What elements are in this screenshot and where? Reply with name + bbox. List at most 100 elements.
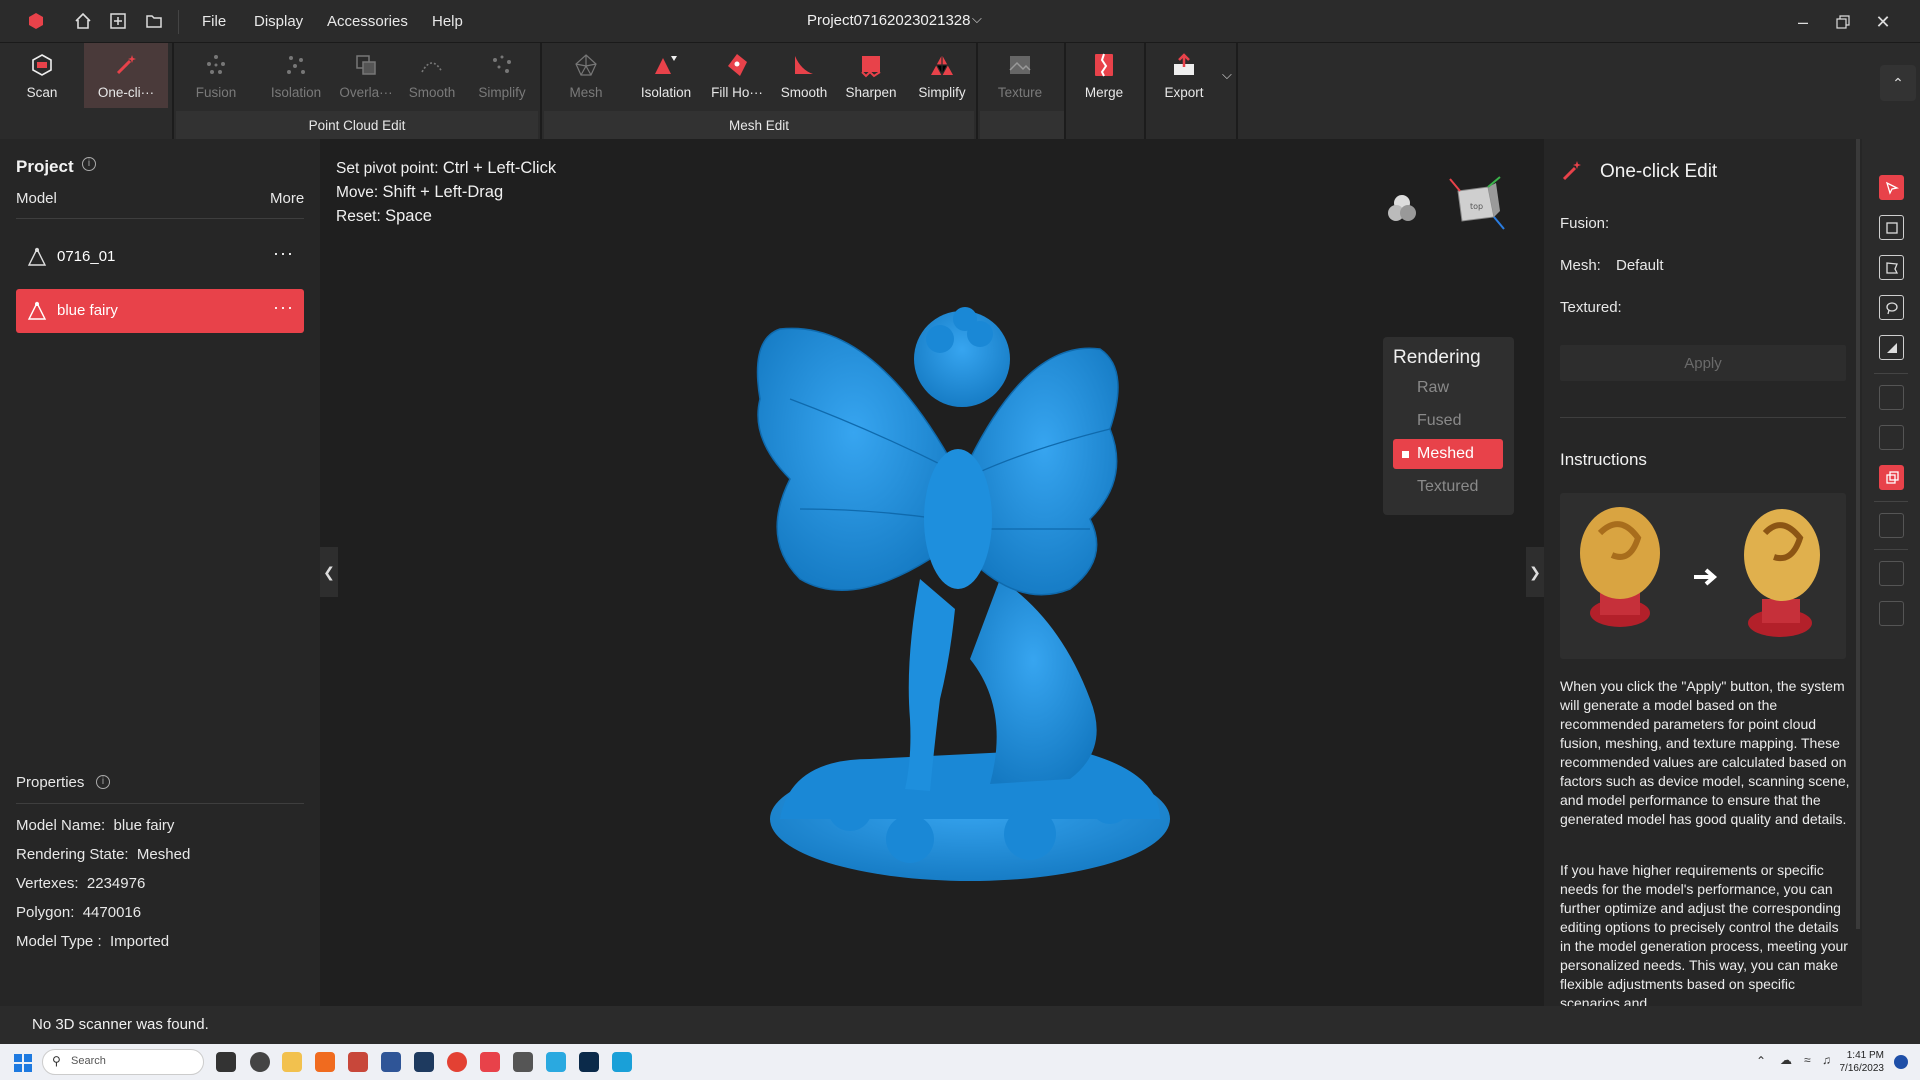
texture-tool[interactable]: Texture [984,43,1056,108]
rendering-option-meshed[interactable]: Meshed [1393,439,1503,469]
menu-display[interactable]: Display [254,13,303,30]
oneclick-tool[interactable]: One-cli··· [84,43,168,108]
export-icon [1170,51,1198,79]
task-view-icon[interactable] [216,1052,236,1072]
3d-viewport[interactable]: Set pivot point: Ctrl + Left-Click Move:… [320,139,1544,1006]
instructions-paragraph-2: If you have higher requirements or speci… [1560,862,1848,1006]
status-message: No 3D scanner was found. [32,1016,209,1033]
wifi-icon[interactable]: ≈ [1804,1053,1811,1067]
polygon-select-icon[interactable] [1879,255,1904,280]
fill-holes-icon [723,51,751,79]
minimize-icon[interactable]: – [1790,9,1816,35]
chevron-up-icon[interactable]: ⌃ [1756,1054,1766,1068]
more-options-icon[interactable]: ··· [273,297,294,318]
info-icon[interactable]: i [82,157,96,171]
app-icon[interactable] [250,1052,270,1072]
project-title[interactable]: Project07162023021328 [807,12,970,29]
pc-simplify-tool[interactable]: Simplify [468,43,536,108]
collapse-left-panel-chevron-icon[interactable]: ❮ [320,547,338,597]
deselect-icon[interactable] [1879,385,1904,410]
rendering-option-textured[interactable]: Textured [1393,472,1503,502]
mesh-isolation-icon [652,51,680,79]
network-icon[interactable]: ☁ [1780,1053,1792,1067]
close-icon[interactable]: ✕ [1870,9,1896,35]
mesh-label: Mesh: [1560,257,1601,274]
fusion-tool[interactable]: Fusion [180,43,252,108]
menu-help[interactable]: Help [432,13,463,30]
menu-file[interactable]: File [202,13,226,30]
sharpen-tool[interactable]: Sharpen [836,43,906,108]
toolbar-expand-chevron-icon[interactable]: ⌵ [1222,67,1232,83]
menu-accessories[interactable]: Accessories [327,13,408,30]
app-icon[interactable] [348,1052,368,1072]
oneclick-label: One-cli··· [97,85,155,100]
mesh-tool[interactable]: Mesh [552,43,620,108]
new-project-icon[interactable] [106,9,130,33]
mesh-isolation-tool[interactable]: Isolation [630,43,702,108]
right-panel-scrollbar[interactable] [1856,139,1860,929]
delete-icon[interactable] [1879,513,1904,538]
terminal-icon[interactable] [414,1052,434,1072]
app-icon[interactable] [546,1052,566,1072]
taskbar-search[interactable]: ⚲ Search [42,1049,204,1075]
rendering-option-fused[interactable]: Fused [1393,406,1503,436]
overlap-tool[interactable]: Overla··· [332,43,400,108]
pc-simplify-icon [488,51,516,79]
chevron-down-icon[interactable]: ⌵ [972,11,982,27]
scan-tool[interactable]: Scan [0,43,84,108]
mesh-smooth-tool[interactable]: Smooth [772,43,836,108]
info-icon[interactable]: i [96,775,110,789]
toolbar-divider [172,43,174,139]
mesh-simplify-tool[interactable]: Simplify [906,43,978,108]
pc-smooth-tool[interactable]: Smooth [400,43,464,108]
property-value: Meshed [136,846,191,863]
textured-label: Textured: [1560,299,1622,316]
photoshop-icon[interactable] [579,1052,599,1072]
app-icon[interactable] [513,1052,533,1072]
home-icon[interactable] [71,9,95,33]
pc-isolation-tool[interactable]: Isolation [260,43,332,108]
windows-start-icon[interactable] [14,1054,32,1072]
notification-icon[interactable] [1894,1055,1908,1069]
rendering-option-raw[interactable]: Raw [1393,373,1503,403]
redo-icon[interactable] [1879,601,1904,626]
select-cursor-icon[interactable] [1879,175,1904,200]
model-item-0716-01[interactable]: 0716_01 ··· [16,235,304,279]
more-options-icon[interactable]: ··· [273,243,294,264]
chrome-icon[interactable] [447,1052,467,1072]
merge-tool[interactable]: Merge [1068,43,1140,108]
undo-icon[interactable] [1879,561,1904,586]
volume-icon[interactable]: ♫ [1822,1053,1831,1067]
hint-move: Move: Shift + Left-Drag [336,183,503,202]
app-icon[interactable] [381,1052,401,1072]
select-connected-icon[interactable] [1879,465,1904,490]
taskbar-clock[interactable]: 1:41 PM 7/16/2023 [1840,1049,1885,1075]
app-icon[interactable] [315,1052,335,1072]
mesh-value[interactable]: Default [1616,257,1664,274]
scanner-app-icon[interactable] [480,1052,500,1072]
model-item-blue-fairy[interactable]: blue fairy ··· [16,289,304,333]
invert-selection-icon[interactable] [1879,425,1904,450]
open-folder-icon[interactable] [142,9,166,33]
fusion-icon [202,51,230,79]
apply-button[interactable]: Apply [1560,345,1846,381]
brush-select-icon[interactable] [1879,335,1904,360]
lasso-select-icon[interactable] [1879,295,1904,320]
divider [178,10,179,34]
rendering-panel: Rendering Raw Fused Meshed Textured [1383,337,1514,515]
rectangle-select-icon[interactable] [1879,215,1904,240]
lighting-icon[interactable] [1384,191,1420,227]
collapse-toolbar-chevron-up-icon[interactable]: ⌃ [1880,65,1916,101]
more-link[interactable]: More [270,190,304,207]
fill-holes-tool[interactable]: Fill Ho··· [702,43,772,108]
restore-icon[interactable] [1830,9,1856,35]
mesh-smooth-icon [790,51,818,79]
export-tool[interactable]: Export [1148,43,1220,108]
collapse-right-panel-chevron-icon[interactable]: ❯ [1526,547,1544,597]
hint-reset: Reset: Space [336,207,432,226]
property-label: Model Type : [16,933,102,950]
view-cube-icon[interactable]: top [1440,171,1512,243]
fairy-3d-model[interactable] [730,279,1170,899]
file-explorer-icon[interactable] [282,1052,302,1072]
app-icon[interactable] [612,1052,632,1072]
